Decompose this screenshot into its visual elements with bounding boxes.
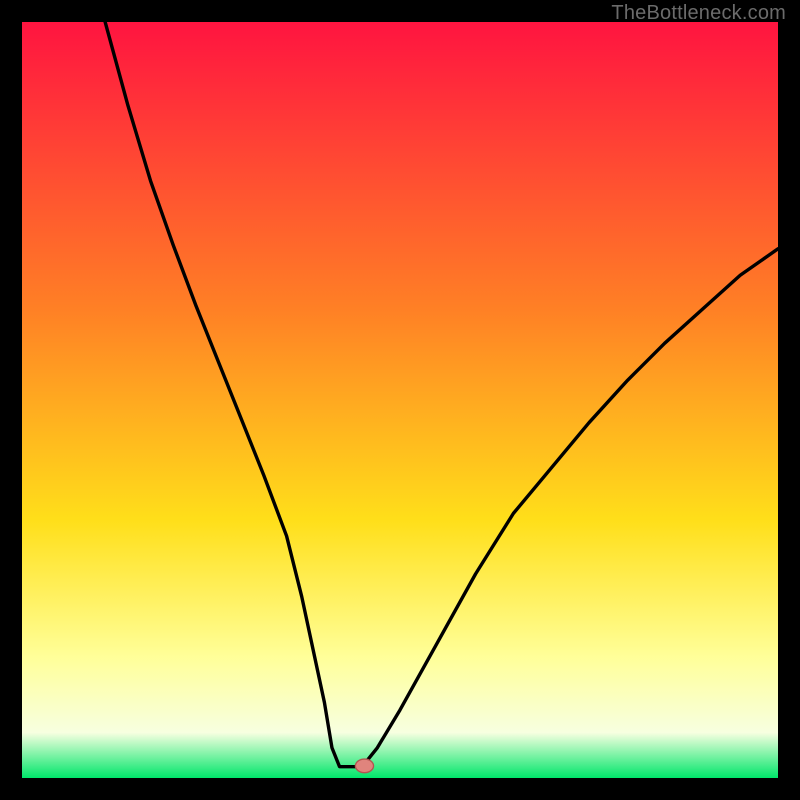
plot-area	[22, 22, 778, 778]
chart-frame: TheBottleneck.com	[0, 0, 800, 800]
chart-svg	[22, 22, 778, 778]
optimum-marker	[355, 759, 373, 773]
